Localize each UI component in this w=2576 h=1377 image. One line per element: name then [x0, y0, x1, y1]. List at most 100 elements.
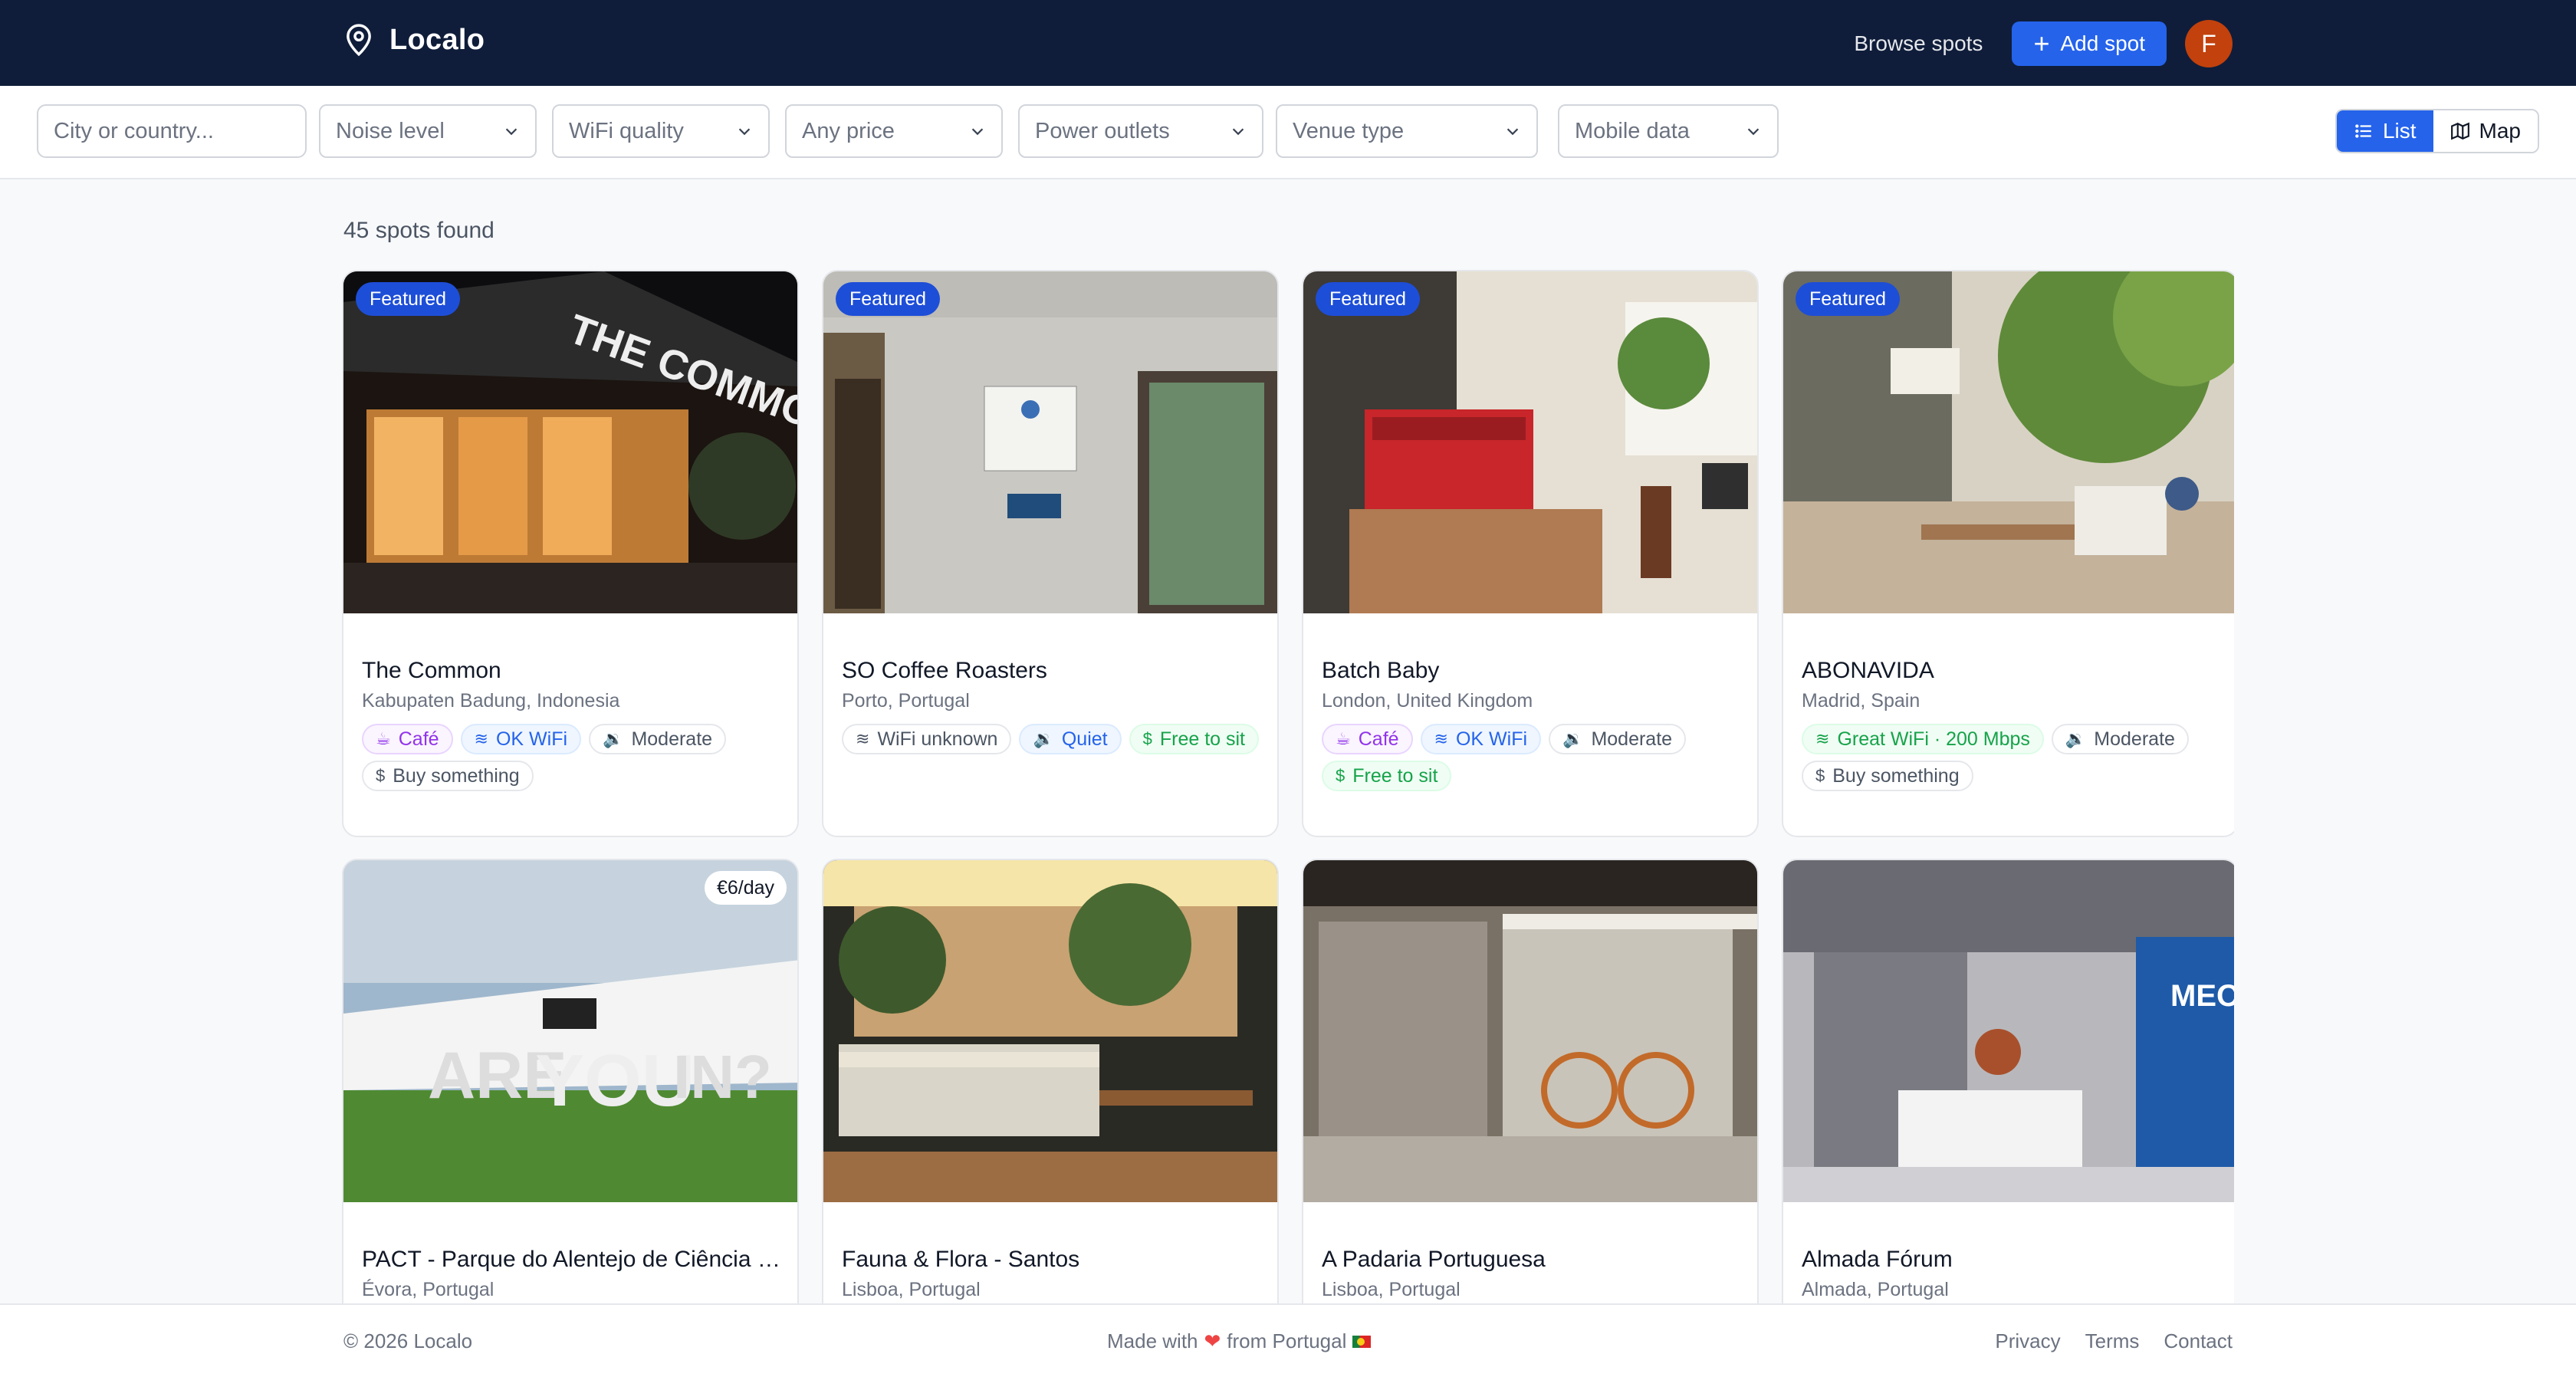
made-prefix: Made with: [1107, 1329, 1198, 1352]
spot-tag: 🔉 Moderate: [589, 724, 727, 754]
svg-text:YOU: YOU: [535, 1040, 695, 1122]
spot-tag: ≋ OK WiFi: [1420, 724, 1542, 754]
filter-select-any-price[interactable]: Any price: [785, 104, 1003, 158]
dollar-icon: $: [1142, 729, 1152, 748]
filter-select-label: Any price: [802, 118, 895, 143]
spot-location: Almada, Portugal: [1802, 1279, 1949, 1300]
list-view-button[interactable]: List: [2336, 110, 2433, 152]
spot-tag-label: Moderate: [631, 728, 713, 750]
dollar-icon: $: [376, 766, 386, 785]
top-nav: Localo Browse spots + Add spot F: [0, 0, 2576, 86]
spot-card[interactable]: Featured ABONAVIDA Madrid, Spain ≋ Great WiF…: [1782, 270, 2234, 837]
spot-tag: ≋ Great WiFi · 200 Mbps: [1802, 724, 2044, 754]
footer: © 2026 Localo Made with ❤ from Portugal …: [0, 1303, 2576, 1377]
avatar[interactable]: F: [2185, 20, 2233, 67]
spot-card[interactable]: MEO Almada Fórum Almada, Portugal: [1782, 859, 2234, 1305]
spot-card[interactable]: THE COMMON Featured The Common Kabupaten Ba…: [342, 270, 799, 837]
filter-select-power-outlets[interactable]: Power outlets: [1018, 104, 1263, 158]
city-search-placeholder: City or country...: [54, 118, 214, 143]
privacy-link[interactable]: Privacy: [1995, 1329, 2060, 1353]
add-spot-button[interactable]: + Add spot: [2012, 21, 2167, 66]
featured-badge: Featured: [836, 282, 941, 316]
add-spot-label: Add spot: [2060, 31, 2145, 55]
filter-select-noise-level[interactable]: Noise level: [319, 104, 537, 158]
spot-tag: ≋ OK WiFi: [460, 724, 582, 754]
spot-title: Almada Fórum: [1802, 1247, 1953, 1272]
spot-tag-label: Moderate: [1591, 728, 1673, 750]
spot-location: Kabupaten Badung, Indonesia: [362, 690, 620, 712]
filter-select-mobile-data[interactable]: Mobile data: [1558, 104, 1779, 158]
spot-tag-label: Café: [398, 728, 439, 750]
chevron-down-icon: [1747, 128, 1760, 136]
chevron-down-icon: [971, 128, 984, 136]
spot-tags: ≋ Great WiFi · 200 Mbps 🔉 Moderate $ Buy some…: [1802, 724, 2231, 791]
spot-location: London, United Kingdom: [1322, 690, 1533, 712]
price-badge: €6/day: [704, 871, 787, 905]
filter-select-venue-type[interactable]: Venue type: [1276, 104, 1538, 158]
spot-tags: ☕ Café ≋ OK WiFi 🔉 Moderate $ Free to sit: [1322, 724, 1751, 791]
spot-card[interactable]: Featured SO Coffee Roasters Porto, Portuga…: [822, 270, 1279, 837]
spot-tag-label: OK WiFi: [495, 728, 568, 750]
spot-card[interactable]: Fauna & Flora - Santos Lisboa, Portugal: [822, 859, 1279, 1305]
spot-tag: ☕ Café: [1322, 724, 1413, 754]
featured-badge: Featured: [356, 282, 461, 316]
spot-tags: ☕ Café ≋ OK WiFi 🔉 Moderate $ Buy something: [362, 724, 791, 791]
spot-tag-label: Buy something: [1832, 764, 1960, 787]
spot-title: A Padaria Portuguesa: [1322, 1247, 1546, 1272]
city-search-input[interactable]: City or country...: [37, 104, 307, 158]
map-view-button[interactable]: Map: [2433, 110, 2538, 152]
filter-select-label: Mobile data: [1575, 118, 1690, 143]
map-view-label: Map: [2479, 119, 2521, 143]
spot-location: Évora, Portugal: [362, 1279, 495, 1300]
spot-photo: [823, 860, 1277, 1202]
dollar-icon: $: [1336, 766, 1346, 785]
speaker-icon: 🔉: [1033, 729, 1054, 748]
spot-location: Madrid, Spain: [1802, 690, 1921, 712]
filter-select-wifi-quality[interactable]: WiFi quality: [552, 104, 770, 158]
spot-card[interactable]: A Padaria Portuguesa Lisboa, Portugal: [1302, 859, 1759, 1305]
spot-photo: MEO: [1783, 860, 2234, 1202]
spot-photo: [1303, 271, 1757, 613]
spot-tag-label: Moderate: [2094, 728, 2175, 750]
spot-tag-label: Café: [1358, 728, 1399, 750]
spot-tag: 🔉 Quiet: [1019, 724, 1122, 754]
spot-tag-label: OK WiFi: [1455, 728, 1528, 750]
spot-photo: [1303, 860, 1757, 1202]
spot-location: Lisboa, Portugal: [842, 1279, 981, 1300]
spot-tag: ≋ WiFi unknown: [842, 724, 1012, 754]
filter-select-label: Power outlets: [1035, 118, 1170, 143]
spot-card[interactable]: Featured Batch Baby London, United Kingdom…: [1302, 270, 1759, 837]
spot-photo: THE COMMON: [343, 271, 797, 613]
spot-location: Porto, Portugal: [842, 690, 970, 712]
spot-tag-label: Buy something: [393, 764, 520, 787]
chevron-down-icon: [738, 128, 751, 136]
wifi-icon: ≋: [474, 729, 488, 748]
svg-text:IN?: IN?: [673, 1043, 772, 1111]
wifi-icon: ≋: [1815, 729, 1830, 748]
spot-location: Lisboa, Portugal: [1322, 1279, 1460, 1300]
speaker-icon: 🔉: [1562, 729, 1584, 748]
chevron-down-icon: [1506, 128, 1519, 136]
plus-icon: +: [2033, 28, 2050, 59]
speaker-icon: 🔉: [2065, 729, 2087, 748]
spot-title: SO Coffee Roasters: [842, 658, 1047, 683]
brand-name: Localo: [389, 23, 485, 56]
contact-link[interactable]: Contact: [2164, 1329, 2233, 1353]
chevron-down-icon: [1232, 128, 1244, 136]
spot-title: Batch Baby: [1322, 658, 1440, 683]
spot-tag-label: Quiet: [1061, 728, 1108, 750]
brand-logo[interactable]: Localo: [343, 23, 485, 57]
spot-tag-label: WiFi unknown: [877, 728, 998, 750]
list-icon: [2355, 124, 2371, 138]
map-pin-icon: [347, 24, 371, 57]
spot-tag: $ Buy something: [362, 761, 534, 791]
portugal-flag-icon: [1352, 1335, 1372, 1348]
spot-photo: [823, 271, 1277, 613]
terms-link[interactable]: Terms: [2085, 1329, 2140, 1353]
spot-card[interactable]: ARE YOU IN? €6/day PACT - Parque do Alentejo…: [342, 859, 799, 1305]
browse-spots-link[interactable]: Browse spots: [1854, 31, 1983, 56]
cup-icon: ☕: [1336, 729, 1351, 748]
filter-select-label: WiFi quality: [569, 118, 684, 143]
svg-text:MEO: MEO: [2170, 979, 2234, 1013]
chevron-down-icon: [505, 128, 518, 136]
